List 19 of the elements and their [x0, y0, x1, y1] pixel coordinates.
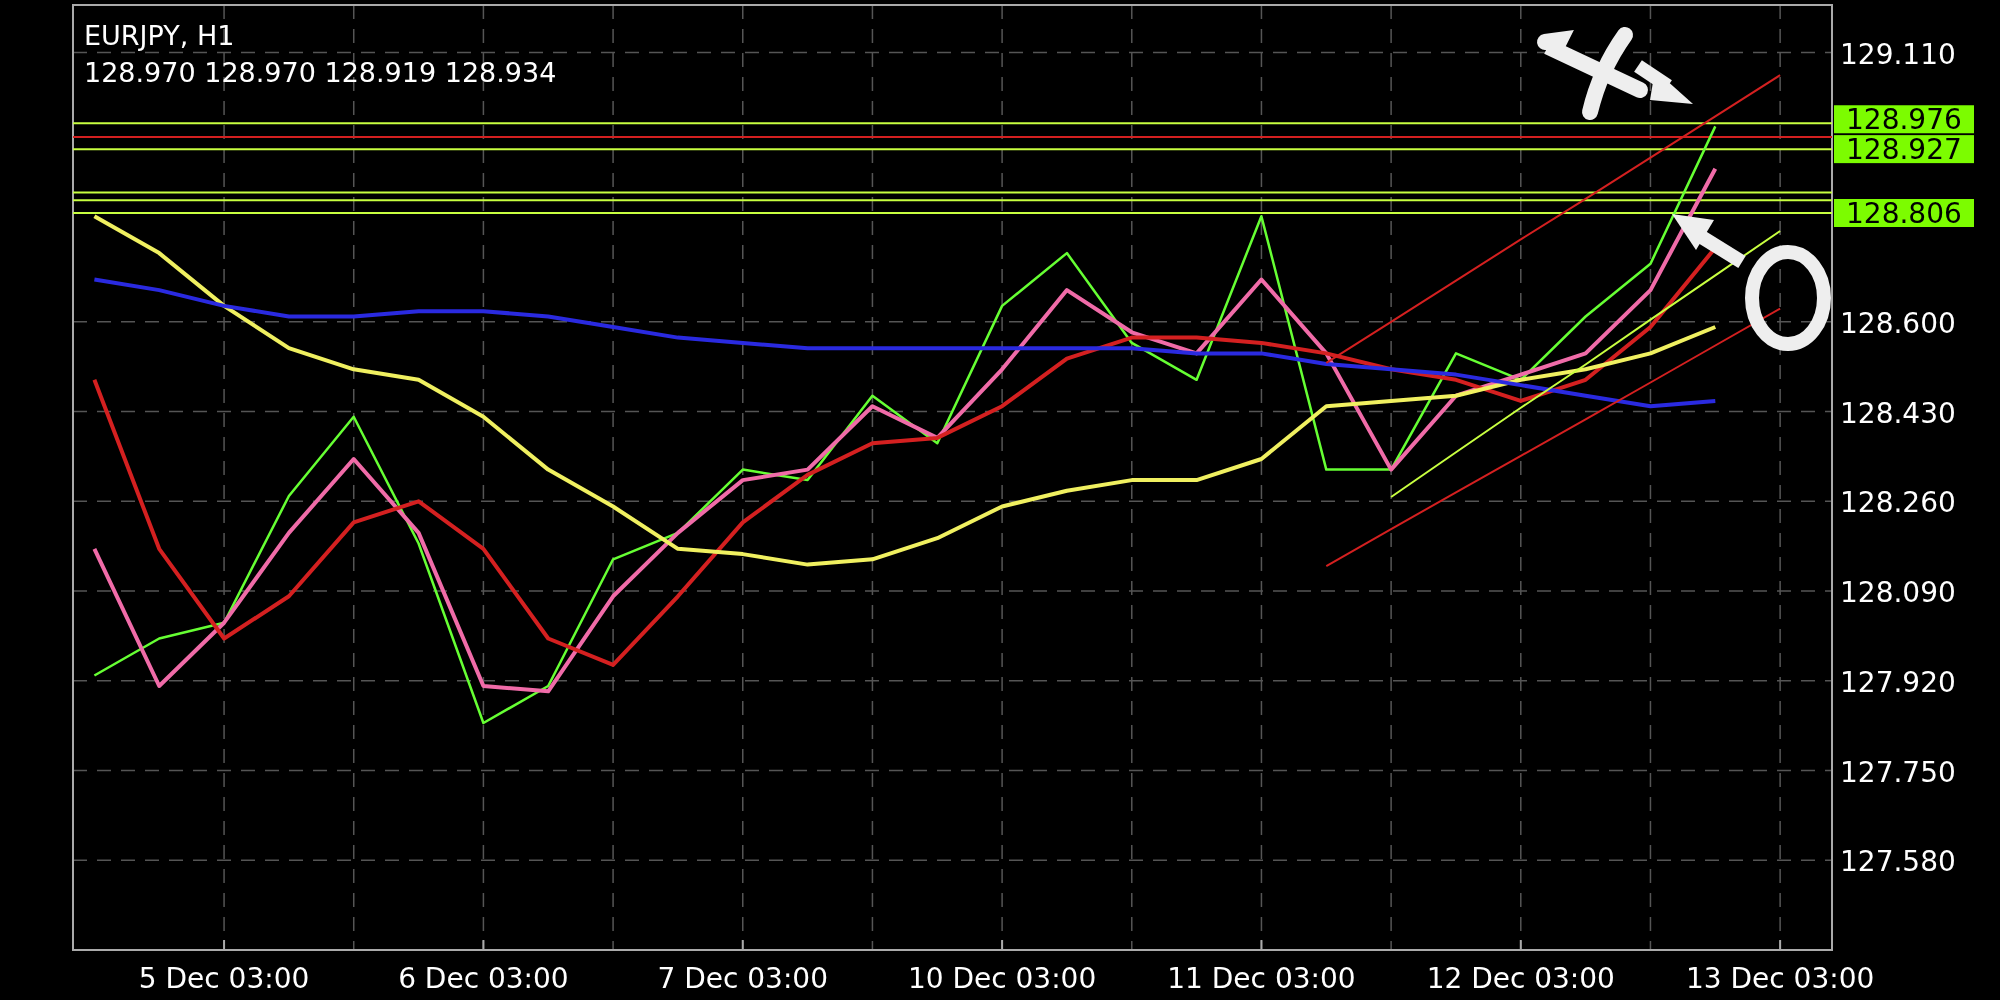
- axis-label: 128.090: [1840, 576, 1956, 609]
- axis-label: 7 Dec 03:00: [657, 962, 828, 995]
- axis-label: 127.750: [1840, 755, 1956, 789]
- axis-label: 11 Dec 03:00: [1167, 962, 1356, 995]
- axis-label: 128.600: [1840, 306, 1956, 340]
- axis-label: 5 Dec 03:00: [138, 962, 310, 995]
- price-label: 128.806: [1834, 197, 1974, 230]
- axis-label: 10 Dec 03:00: [907, 962, 1097, 995]
- axis-label: 6 Dec 03:00: [398, 962, 569, 995]
- axis-label: 128.260: [1840, 486, 1956, 520]
- axis-label: 12 Dec 03:00: [1426, 962, 1615, 995]
- ref-line-label: 128.806: [1846, 197, 1962, 231]
- axis-label: 128.430: [1840, 396, 1956, 430]
- chart-symbol: EURJPY, H1: [84, 20, 235, 51]
- ohlc-values: 128.970 128.970 128.919 128.934: [84, 57, 557, 88]
- axis-label: 127.920: [1840, 665, 1956, 699]
- axis-label: 127.580: [1840, 845, 1956, 879]
- axis-label: 129.110: [1840, 37, 1956, 71]
- axis-label: 13 Dec 03:00: [1685, 962, 1875, 995]
